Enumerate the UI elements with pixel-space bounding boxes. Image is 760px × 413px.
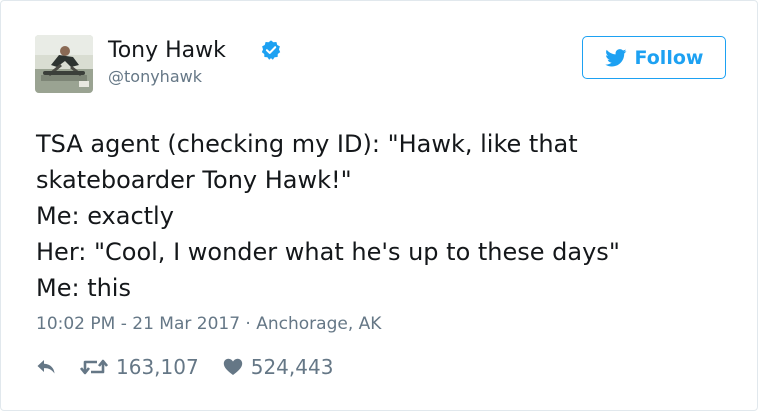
tweet-line: Her: "Cool, I wonder what he's up to the… xyxy=(36,238,620,266)
heart-icon xyxy=(223,358,242,375)
tweet-line: Me: exactly xyxy=(36,202,174,230)
user-name[interactable]: Tony Hawk xyxy=(108,36,226,66)
retweet-count: 163,107 xyxy=(116,355,199,379)
tweet-line: skateboarder Tony Hawk!" xyxy=(36,166,352,194)
follow-button[interactable]: Follow xyxy=(582,36,726,79)
tweet-line: TSA agent (checking my ID): "Hawk, like … xyxy=(36,130,578,158)
twitter-bird-icon xyxy=(604,48,626,66)
verified-badge-icon xyxy=(261,40,281,60)
like-count: 524,443 xyxy=(250,355,334,379)
reply-button[interactable] xyxy=(36,359,56,375)
tweet-actions: 163,107 524,443 xyxy=(36,353,333,381)
reply-arrow-icon xyxy=(37,360,55,374)
tweet-card: Tony Hawk @tonyhawk Follow TSA agent (ch… xyxy=(0,0,758,411)
tweet-line: Me: this xyxy=(36,274,131,302)
like-button[interactable]: 524,443 xyxy=(223,355,334,379)
retweet-icon xyxy=(80,359,108,375)
avatar[interactable] xyxy=(35,35,93,93)
tweet-text: TSA agent (checking my ID): "Hawk, like … xyxy=(36,126,736,306)
follow-button-label: Follow xyxy=(634,46,704,69)
user-handle[interactable]: @tonyhawk xyxy=(108,67,202,87)
tweet-timestamp-location[interactable]: 10:02 PM - 21 Mar 2017 · Anchorage, AK xyxy=(36,312,381,336)
avatar-photo-icon xyxy=(35,35,93,93)
retweet-button[interactable]: 163,107 xyxy=(80,355,199,379)
